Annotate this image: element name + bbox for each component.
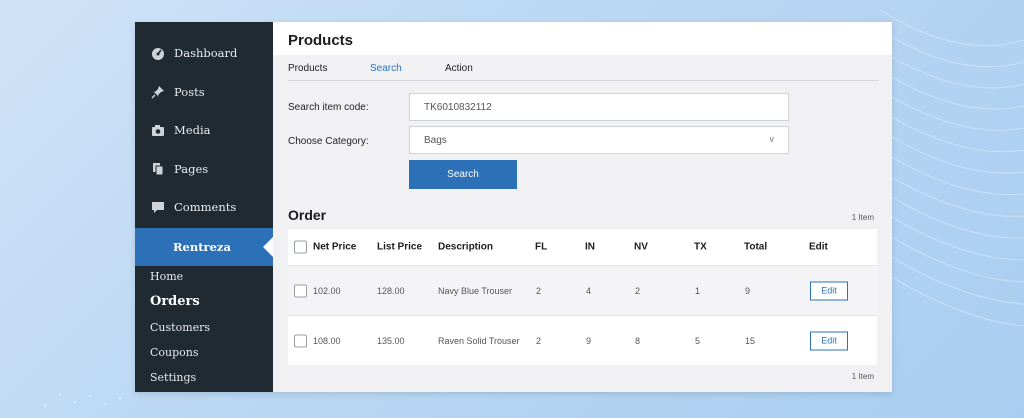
cell-list-price: 128.00 <box>377 285 405 296</box>
title-bar: Products <box>273 22 892 55</box>
item-code-input[interactable]: TK6010832112 <box>409 93 789 121</box>
item-code-label: Search item code: <box>288 102 369 113</box>
search-button[interactable]: Search <box>409 160 517 189</box>
tabs-divider <box>288 80 878 81</box>
order-table: Net Price List Price Description FL IN N… <box>288 229 877 365</box>
pin-icon <box>151 85 165 99</box>
cell-net-price: 108.00 <box>313 335 341 346</box>
tab-action[interactable]: Action <box>445 63 473 74</box>
col-description: Description <box>438 241 494 253</box>
order-title: Order <box>288 207 327 223</box>
cell-in: 9 <box>586 335 592 346</box>
sidebar-item-label: Posts <box>174 85 205 99</box>
submenu-orders[interactable]: Orders <box>150 294 200 309</box>
sidebar-item-rentreza[interactable]: Rentreza <box>135 228 274 266</box>
sidebar-item-label: Media <box>174 123 211 137</box>
cell-list-price: 135.00 <box>377 335 405 346</box>
row-checkbox[interactable] <box>294 334 307 347</box>
table-row: 102.00 128.00 Navy Blue Trouser 2 4 2 1 … <box>288 265 877 315</box>
cell-tx: 1 <box>695 285 701 296</box>
cell-total: 15 <box>745 335 756 346</box>
submenu-coupons[interactable]: Coupons <box>150 346 199 359</box>
sidebar: Dashboard Posts Media Pages Comments Ren… <box>135 22 274 392</box>
table-header: Net Price List Price Description FL IN N… <box>288 229 877 265</box>
cell-nv: 8 <box>635 335 641 346</box>
cell-nv: 2 <box>635 285 641 296</box>
edit-button[interactable]: Edit <box>810 331 848 350</box>
sidebar-item-label: Rentreza <box>173 240 231 254</box>
cell-tx: 5 <box>695 335 701 346</box>
table-row: 108.00 135.00 Raven Solid Trouser 2 9 8 … <box>288 315 877 365</box>
page-title: Products <box>288 32 354 49</box>
col-edit: Edit <box>809 241 828 253</box>
col-list-price: List Price <box>377 241 423 253</box>
cell-description: Raven Solid Trouser <box>438 335 520 346</box>
cell-description: Navy Blue Trouser <box>438 285 513 296</box>
submenu-customers[interactable]: Customers <box>150 321 210 334</box>
col-net-price: Net Price <box>313 241 357 253</box>
category-value: Bags <box>424 134 447 146</box>
dashboard-icon <box>151 46 165 60</box>
submenu-home[interactable]: Home <box>150 270 183 283</box>
cell-fl: 2 <box>536 285 542 296</box>
camera-icon <box>151 123 165 137</box>
col-fl: FL <box>535 241 548 253</box>
sidebar-item-dashboard[interactable]: Dashboard <box>135 34 273 72</box>
row-checkbox[interactable] <box>294 284 307 297</box>
tab-products[interactable]: Products <box>288 63 327 74</box>
app-window: Dashboard Posts Media Pages Comments Ren… <box>135 22 892 392</box>
item-count-bottom: 1 Item <box>851 372 874 381</box>
comment-icon <box>151 200 165 214</box>
item-code-value: TK6010832112 <box>424 101 492 113</box>
tab-search[interactable]: Search <box>370 63 402 74</box>
main-content: Products Products Search Action Search i… <box>273 22 892 392</box>
cell-fl: 2 <box>536 335 542 346</box>
sidebar-item-posts[interactable]: Posts <box>135 73 273 111</box>
cell-total: 9 <box>745 285 751 296</box>
cell-net-price: 102.00 <box>313 285 341 296</box>
select-all-checkbox[interactable] <box>294 240 307 254</box>
submenu-settings[interactable]: Settings <box>150 371 196 384</box>
sidebar-item-media[interactable]: Media <box>135 111 273 149</box>
col-in: IN <box>585 241 595 253</box>
pages-icon <box>151 162 165 176</box>
category-label: Choose Category: <box>288 136 369 147</box>
sidebar-item-pages[interactable]: Pages <box>135 150 273 188</box>
cell-in: 4 <box>586 285 592 296</box>
col-tx: TX <box>694 241 707 253</box>
edit-button[interactable]: Edit <box>810 281 848 300</box>
col-total: Total <box>744 241 768 253</box>
category-select[interactable]: Bags ∨ <box>409 126 789 154</box>
item-count-top: 1 Item <box>851 213 874 222</box>
col-nv: NV <box>634 241 648 253</box>
sidebar-item-comments[interactable]: Comments <box>135 188 273 226</box>
chevron-down-icon: ∨ <box>768 134 775 144</box>
sidebar-item-label: Pages <box>174 162 209 176</box>
sidebar-item-label: Dashboard <box>174 46 238 60</box>
sidebar-item-label: Comments <box>174 200 237 214</box>
